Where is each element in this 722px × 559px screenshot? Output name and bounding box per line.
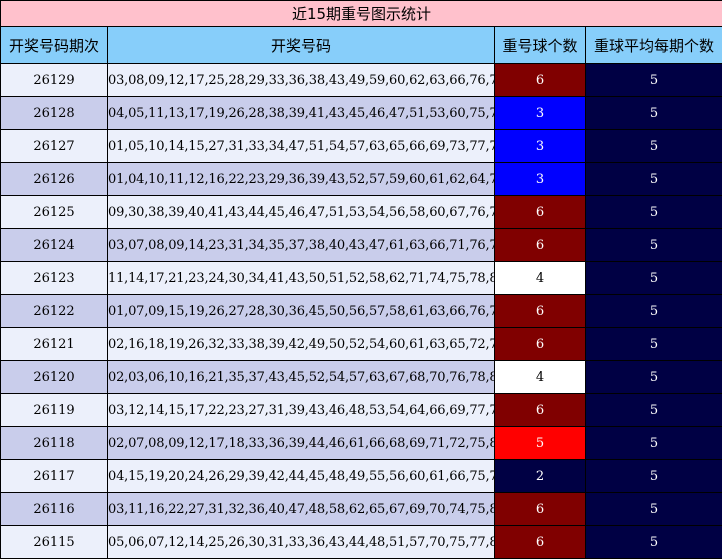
numbers-cell: 01,05,10,14,15,27,31,33,34,47,51,54,57,6… (107, 129, 495, 163)
repeat-number-table: 近15期重号图示统计 开奖号码期次 开奖号码 重号球个数 重球平均每期个数 26… (0, 0, 722, 559)
header-numbers: 开奖号码 (107, 26, 495, 64)
table-row: 26126 01,04,10,11,12,16,22,23,29,36,39,43… (0, 162, 722, 196)
numbers-cell: 09,30,38,39,40,41,43,44,45,46,47,51,53,5… (107, 195, 495, 229)
repeat-count-cell: 6 (494, 294, 586, 328)
average-cell: 5 (584, 63, 722, 97)
table-row: 26117 04,15,19,20,24,26,29,39,42,44,45,48… (0, 459, 722, 493)
header-repeat-count: 重号球个数 (494, 26, 586, 64)
period-cell: 26116 (0, 492, 108, 526)
table-row: 26127 01,05,10,14,15,27,31,33,34,47,51,54… (0, 129, 722, 163)
period-cell: 26126 (0, 162, 108, 196)
numbers-cell: 04,05,11,13,17,19,26,28,38,39,41,43,45,4… (107, 96, 495, 130)
numbers-cell: 11,14,17,21,23,24,30,34,41,43,50,51,52,5… (107, 261, 495, 295)
repeat-count-cell: 6 (494, 525, 586, 559)
table-body: 近15期重号图示统计 开奖号码期次 开奖号码 重号球个数 重球平均每期个数 26… (0, 0, 722, 559)
period-cell: 26122 (0, 294, 108, 328)
average-cell: 5 (584, 129, 722, 163)
numbers-cell: 05,06,07,12,14,25,26,30,31,33,36,43,44,4… (107, 525, 495, 559)
period-cell: 26115 (0, 525, 108, 559)
table-row: 26116 03,11,16,22,27,31,32,36,40,47,48,58… (0, 492, 722, 526)
average-cell: 5 (584, 327, 722, 361)
period-cell: 26121 (0, 327, 108, 361)
numbers-cell: 01,07,09,15,19,26,27,28,30,36,45,50,56,5… (107, 294, 495, 328)
average-cell: 5 (584, 459, 722, 493)
numbers-cell: 02,03,06,10,16,21,35,37,43,45,52,54,57,6… (107, 360, 495, 394)
repeat-count-cell: 6 (494, 195, 586, 229)
repeat-count-cell: 2 (494, 459, 586, 493)
repeat-count-cell: 3 (494, 162, 586, 196)
repeat-count-cell: 4 (494, 360, 586, 394)
period-cell: 26117 (0, 459, 108, 493)
table-row: 26128 04,05,11,13,17,19,26,28,38,39,41,43… (0, 96, 722, 130)
period-cell: 26128 (0, 96, 108, 130)
numbers-cell: 01,04,10,11,12,16,22,23,29,36,39,43,52,5… (107, 162, 495, 196)
numbers-cell: 03,11,16,22,27,31,32,36,40,47,48,58,62,6… (107, 492, 495, 526)
period-cell: 26129 (0, 63, 108, 97)
table-row: 26124 03,07,08,09,14,23,31,34,35,37,38,40… (0, 228, 722, 262)
average-cell: 5 (584, 162, 722, 196)
numbers-cell: 03,12,14,15,17,22,23,27,31,39,43,46,48,5… (107, 393, 495, 427)
repeat-count-cell: 6 (494, 492, 586, 526)
numbers-cell: 04,15,19,20,24,26,29,39,42,44,45,48,49,5… (107, 459, 495, 493)
table-title: 近15期重号图示统计 (0, 0, 722, 27)
numbers-cell: 02,07,08,09,12,17,18,33,36,39,44,46,61,6… (107, 426, 495, 460)
period-cell: 26127 (0, 129, 108, 163)
period-cell: 26119 (0, 393, 108, 427)
table-row: 26122 01,07,09,15,19,26,27,28,30,36,45,50… (0, 294, 722, 328)
average-cell: 5 (584, 525, 722, 559)
repeat-count-cell: 6 (494, 393, 586, 427)
numbers-cell: 02,16,18,19,26,32,33,38,39,42,49,50,52,5… (107, 327, 495, 361)
period-cell: 26120 (0, 360, 108, 394)
stats-page: 近15期重号图示统计 开奖号码期次 开奖号码 重号球个数 重球平均每期个数 26… (0, 0, 722, 559)
table-row: 26115 05,06,07,12,14,25,26,30,31,33,36,43… (0, 525, 722, 559)
repeat-count-cell: 5 (494, 426, 586, 460)
average-cell: 5 (584, 261, 722, 295)
period-cell: 26123 (0, 261, 108, 295)
repeat-count-cell: 6 (494, 63, 586, 97)
average-cell: 5 (584, 294, 722, 328)
average-cell: 5 (584, 360, 722, 394)
period-cell: 26118 (0, 426, 108, 460)
period-cell: 26125 (0, 195, 108, 229)
header-row: 开奖号码期次 开奖号码 重号球个数 重球平均每期个数 (0, 26, 722, 64)
repeat-count-cell: 6 (494, 327, 586, 361)
repeat-count-cell: 3 (494, 129, 586, 163)
title-row: 近15期重号图示统计 (0, 0, 722, 27)
numbers-cell: 03,07,08,09,14,23,31,34,35,37,38,40,43,4… (107, 228, 495, 262)
average-cell: 5 (584, 492, 722, 526)
average-cell: 5 (584, 426, 722, 460)
table-row: 26118 02,07,08,09,12,17,18,33,36,39,44,46… (0, 426, 722, 460)
average-cell: 5 (584, 96, 722, 130)
period-cell: 26124 (0, 228, 108, 262)
repeat-count-cell: 6 (494, 228, 586, 262)
table-row: 26120 02,03,06,10,16,21,35,37,43,45,52,54… (0, 360, 722, 394)
header-average: 重球平均每期个数 (584, 26, 722, 64)
table-row: 26119 03,12,14,15,17,22,23,27,31,39,43,46… (0, 393, 722, 427)
header-period: 开奖号码期次 (0, 26, 108, 64)
average-cell: 5 (584, 228, 722, 262)
table-row: 26123 11,14,17,21,23,24,30,34,41,43,50,51… (0, 261, 722, 295)
repeat-count-cell: 4 (494, 261, 586, 295)
table-row: 26129 03,08,09,12,17,25,28,29,33,36,38,43… (0, 63, 722, 97)
repeat-count-cell: 3 (494, 96, 586, 130)
average-cell: 5 (584, 393, 722, 427)
average-cell: 5 (584, 195, 722, 229)
table-row: 26121 02,16,18,19,26,32,33,38,39,42,49,50… (0, 327, 722, 361)
numbers-cell: 03,08,09,12,17,25,28,29,33,36,38,43,49,5… (107, 63, 495, 97)
table-row: 26125 09,30,38,39,40,41,43,44,45,46,47,51… (0, 195, 722, 229)
